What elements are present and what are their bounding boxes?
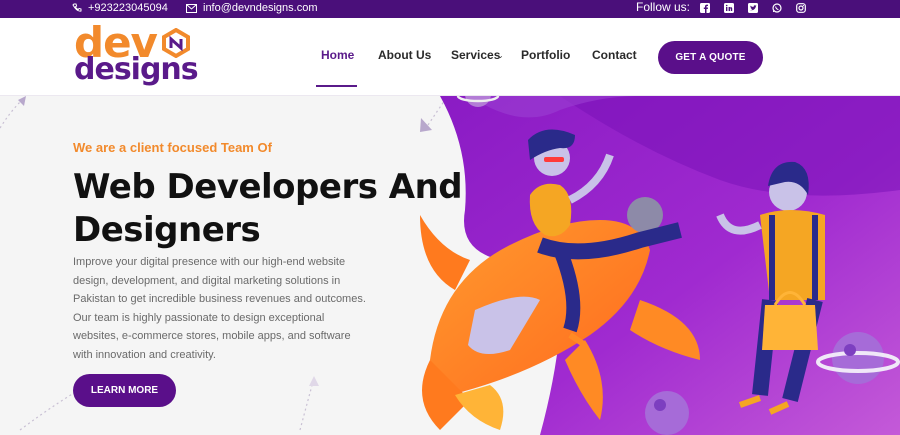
headline-line-1: Web Developers And — [73, 167, 463, 207]
learn-more-button[interactable]: LEARN MORE — [73, 374, 176, 407]
nav-contact[interactable]: Contact — [592, 48, 637, 62]
chevron-down-icon[interactable]: ⌄ — [497, 51, 504, 60]
nav-portfolio[interactable]: Portfolio — [521, 48, 570, 62]
phone-icon — [72, 3, 82, 12]
nav-active-indicator — [316, 85, 357, 87]
email-contact[interactable]: info@devndesigns.com — [186, 2, 318, 14]
whatsapp-icon[interactable] — [770, 1, 784, 15]
get-a-quote-button[interactable]: GET A QUOTE — [658, 41, 763, 74]
site-header: dev designs Home About Us Services ⌄ Por… — [0, 18, 900, 96]
twitter-icon[interactable] — [746, 1, 760, 15]
hero-tagline: We are a client focused Team Of — [73, 140, 272, 155]
nav-home[interactable]: Home — [321, 48, 354, 62]
devn-designs-logo[interactable]: dev designs — [74, 18, 199, 90]
top-bar: +923223045094 info@devndesigns.com Follo… — [0, 0, 900, 18]
social-links — [698, 1, 808, 15]
phone-number: +923223045094 — [88, 2, 168, 14]
email-icon — [186, 3, 197, 13]
planet-bottom — [645, 391, 689, 435]
nav-services[interactable]: Services — [451, 48, 500, 62]
nav-about[interactable]: About Us — [378, 48, 431, 62]
instagram-icon[interactable] — [794, 1, 808, 15]
phone-contact[interactable]: +923223045094 — [72, 2, 168, 14]
linkedin-icon[interactable] — [722, 1, 736, 15]
follow-us-label: Follow us: — [636, 0, 691, 14]
email-address: info@devndesigns.com — [203, 2, 318, 14]
hero-description: Improve your digital presence with our h… — [73, 256, 366, 361]
hero-headline: Web Developers And Designers — [73, 166, 463, 252]
headline-line-2: Designers — [73, 210, 261, 250]
logo-line-2: designs — [74, 52, 199, 87]
facebook-icon[interactable] — [698, 1, 712, 15]
